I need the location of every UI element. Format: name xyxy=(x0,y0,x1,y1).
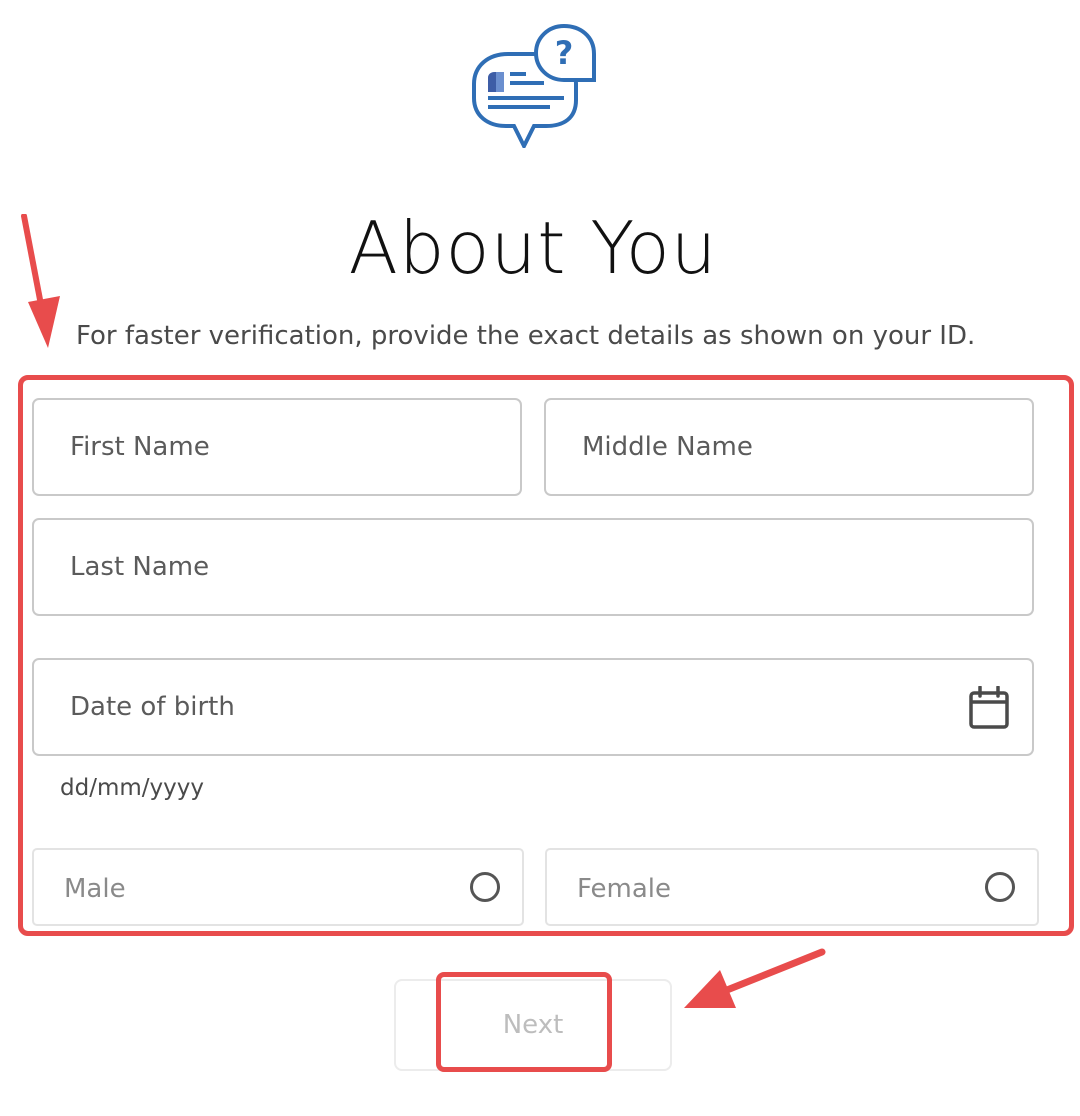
calendar-icon[interactable] xyxy=(968,686,1010,730)
page-title: About You xyxy=(348,206,718,290)
gender-option-label: Male xyxy=(64,874,126,904)
last-name-input[interactable] xyxy=(34,520,1032,614)
middle-name-field-container xyxy=(544,398,1034,496)
next-button[interactable]: Next xyxy=(394,979,672,1071)
radio-circle-icon[interactable] xyxy=(985,872,1015,902)
annotation-arrow-left-icon xyxy=(684,948,826,1008)
gender-option-label: Female xyxy=(577,874,672,904)
middle-name-input[interactable] xyxy=(546,400,1032,494)
first-name-field-container xyxy=(32,398,522,496)
svg-text:?: ? xyxy=(555,34,574,72)
id-question-chat-icon: ? xyxy=(472,23,596,148)
last-name-field-container xyxy=(32,518,1034,616)
gender-option-male[interactable]: Male xyxy=(32,848,524,926)
date-of-birth-field-container xyxy=(32,658,1034,756)
date-format-hint: dd/mm/yyyy xyxy=(60,775,204,801)
date-of-birth-input[interactable] xyxy=(34,660,1032,754)
gender-option-female[interactable]: Female xyxy=(545,848,1039,926)
first-name-input[interactable] xyxy=(34,400,520,494)
page-subtitle: For faster verification, provide the exa… xyxy=(76,321,976,351)
radio-circle-icon[interactable] xyxy=(470,872,500,902)
